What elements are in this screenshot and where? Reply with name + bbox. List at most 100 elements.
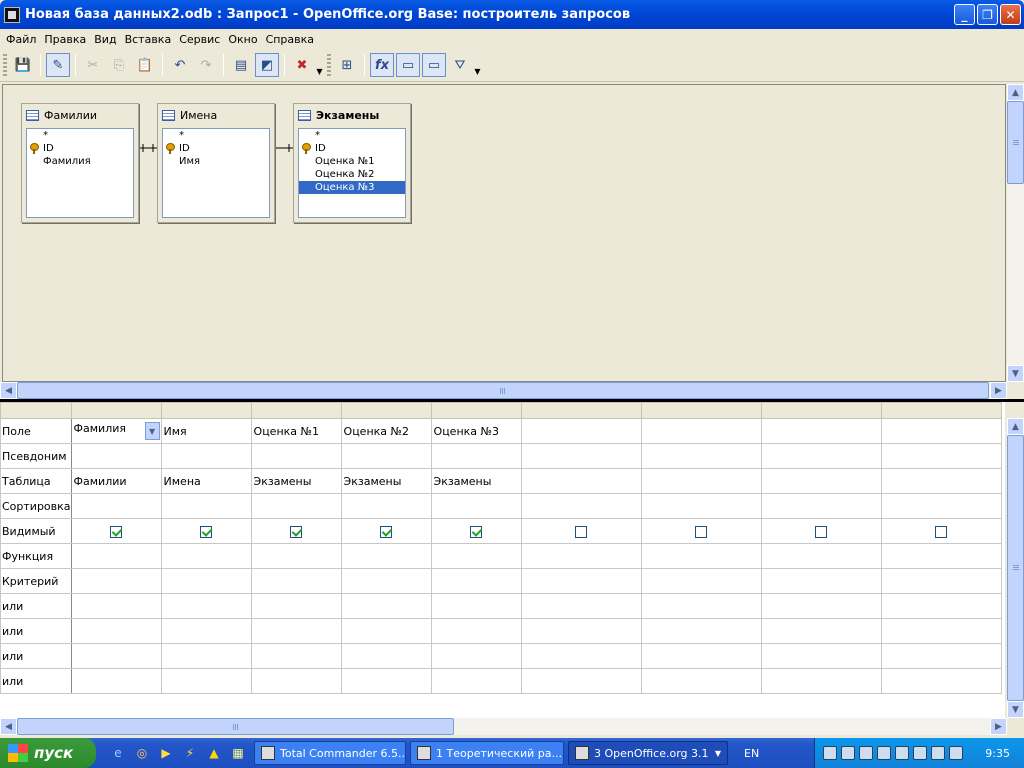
edit-mode-button[interactable]: ✎ <box>46 53 70 77</box>
grid-column-header[interactable] <box>250 402 342 419</box>
table-window-header[interactable]: Фамилии <box>22 104 138 126</box>
grid-criteria-cell[interactable] <box>70 568 162 594</box>
grid-or-cell[interactable] <box>520 668 642 694</box>
grid-alias-cell[interactable] <box>70 443 162 469</box>
toolbar-overflow-button[interactable]: ▼ <box>315 54 324 76</box>
grid-or-cell[interactable] <box>640 618 762 644</box>
grid-table-cell[interactable]: Имена <box>160 468 252 494</box>
grid-or-cell[interactable] <box>430 668 522 694</box>
grid-alias-cell[interactable] <box>520 443 642 469</box>
grid-sort-cell[interactable] <box>70 493 162 519</box>
grid-criteria-cell[interactable] <box>520 568 642 594</box>
field-list[interactable]: * ID Имя <box>162 128 270 218</box>
grid-or-cell[interactable] <box>250 643 342 669</box>
redo-button[interactable]: ↷ <box>194 53 218 77</box>
grid-criteria-cell[interactable] <box>640 568 762 594</box>
grid-field-cell[interactable] <box>640 418 762 444</box>
grid-function-cell[interactable] <box>250 543 342 569</box>
grid-function-cell[interactable] <box>640 543 762 569</box>
grid-field-cell[interactable] <box>880 418 1002 444</box>
grid-table-cell[interactable] <box>760 468 882 494</box>
menu-window[interactable]: Окно <box>224 33 261 46</box>
grid-table-cell[interactable]: Экзамены <box>340 468 432 494</box>
grid-or-cell[interactable] <box>160 668 252 694</box>
scroll-right-button[interactable]: ▶ <box>990 382 1007 399</box>
grid-column-header[interactable] <box>70 402 162 419</box>
security-icon[interactable] <box>895 746 909 760</box>
menu-file[interactable]: Файл <box>2 33 40 46</box>
grid-column-header[interactable] <box>760 402 882 419</box>
scroll-up-button[interactable]: ▲ <box>1007 418 1024 435</box>
grid-field-cell[interactable]: Имя <box>160 418 252 444</box>
grid-criteria-cell[interactable] <box>250 568 342 594</box>
add-table-button[interactable]: ⊞ <box>335 53 359 77</box>
visible-checkbox[interactable] <box>575 525 588 538</box>
field-list[interactable]: * ID Фамилия <box>26 128 134 218</box>
paste-button[interactable]: 📋 <box>133 53 157 77</box>
grid-column-header[interactable] <box>160 402 252 419</box>
grid-table-cell[interactable]: Фамилии <box>70 468 162 494</box>
grid-or-cell[interactable] <box>70 668 162 694</box>
visible-checkbox[interactable] <box>200 525 213 538</box>
grid-table-cell[interactable] <box>520 468 642 494</box>
total-commander-icon[interactable]: ▦ <box>228 744 248 762</box>
field-dropdown-button[interactable]: ▼ <box>144 422 160 440</box>
grid-or-cell[interactable] <box>250 618 342 644</box>
grid-horizontal-scrollbar[interactable]: ◀ ▶ <box>0 718 1007 735</box>
grid-criteria-cell[interactable] <box>340 568 432 594</box>
field-item[interactable]: * <box>27 129 133 142</box>
disconnected-network-icon[interactable] <box>859 746 873 760</box>
grid-function-cell[interactable] <box>760 543 882 569</box>
grid-column-header[interactable] <box>640 402 762 419</box>
grid-criteria-cell[interactable] <box>160 568 252 594</box>
grid-column-header[interactable] <box>520 402 642 419</box>
grid-criteria-cell[interactable] <box>430 568 522 594</box>
grid-table-cell[interactable] <box>880 468 1002 494</box>
toolbar-grip[interactable] <box>3 54 7 76</box>
grid-function-cell[interactable] <box>880 543 1002 569</box>
grid-or-cell[interactable] <box>520 643 642 669</box>
grid-column-header[interactable] <box>880 402 1002 419</box>
task-total-commander[interactable]: Total Commander 6.5... <box>254 741 406 765</box>
undo-button[interactable]: ↶ <box>168 53 192 77</box>
grid-sort-cell[interactable] <box>880 493 1002 519</box>
grid-or-cell[interactable] <box>340 593 432 619</box>
lightning-icon[interactable]: ⚡ <box>180 744 200 762</box>
grid-field-cell[interactable]: Оценка №3 <box>430 418 522 444</box>
grid-or-cell[interactable] <box>160 593 252 619</box>
sound-icon[interactable] <box>913 746 927 760</box>
task-openoffice-group[interactable]: 3 OpenOffice.org 3.1 ▼ <box>568 741 728 765</box>
grid-or-cell[interactable] <box>340 643 432 669</box>
visible-checkbox[interactable] <box>380 525 393 538</box>
grid-or-cell[interactable] <box>640 668 762 694</box>
table-window-imena[interactable]: Имена * ID Имя <box>157 103 275 223</box>
visible-checkbox[interactable] <box>935 525 948 538</box>
grid-or-cell[interactable] <box>880 618 1002 644</box>
minimize-button[interactable]: _ <box>954 4 975 25</box>
visible-checkbox[interactable] <box>815 525 828 538</box>
table-window-header[interactable]: Экзамены <box>294 104 410 126</box>
grid-field-cell[interactable]: Оценка №1 <box>250 418 342 444</box>
grid-or-cell[interactable] <box>430 618 522 644</box>
design-horizontal-scrollbar[interactable]: ◀ ▶ <box>0 382 1007 399</box>
grid-or-cell[interactable] <box>880 668 1002 694</box>
scroll-thumb[interactable] <box>17 718 454 735</box>
run-query-button[interactable]: ▤ <box>229 53 253 77</box>
distinct-values-button[interactable]: ⛛ <box>448 53 472 77</box>
scroll-right-button[interactable]: ▶ <box>990 718 1007 735</box>
copy-button[interactable]: ⎘ <box>107 53 131 77</box>
grid-or-cell[interactable] <box>760 593 882 619</box>
grid-or-cell[interactable] <box>430 593 522 619</box>
language-indicator[interactable]: EN <box>744 747 784 760</box>
grid-or-cell[interactable] <box>880 643 1002 669</box>
menu-edit[interactable]: Правка <box>40 33 90 46</box>
warning-icon[interactable]: ▲ <box>204 744 224 762</box>
grid-or-cell[interactable] <box>70 593 162 619</box>
grid-or-cell[interactable] <box>760 643 882 669</box>
grid-sort-cell[interactable] <box>430 493 522 519</box>
network-icon[interactable] <box>823 746 837 760</box>
grid-or-cell[interactable] <box>250 668 342 694</box>
grid-alias-cell[interactable] <box>250 443 342 469</box>
grid-alias-cell[interactable] <box>430 443 522 469</box>
grid-function-cell[interactable] <box>430 543 522 569</box>
